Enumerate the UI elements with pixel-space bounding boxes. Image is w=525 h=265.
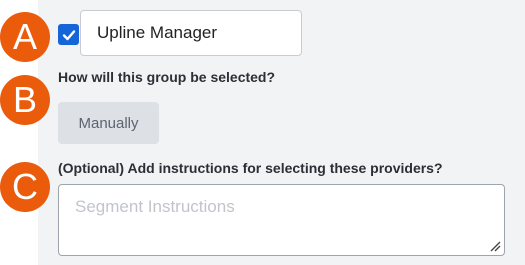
group-enabled-checkbox[interactable] (58, 24, 79, 45)
annotation-badge-b: B (0, 75, 50, 125)
segment-instructions-textarea[interactable] (58, 184, 505, 256)
manually-button[interactable]: Manually (58, 102, 159, 144)
resize-grip-icon[interactable] (489, 240, 501, 252)
selection-question-label: How will this group be selected? (58, 69, 276, 85)
instructions-question-label: (Optional) Add instructions for selectin… (58, 160, 443, 176)
group-name-input[interactable] (80, 10, 302, 56)
annotation-badge-c: C (0, 162, 50, 212)
annotation-badge-a: A (0, 12, 50, 62)
checkmark-icon (62, 29, 75, 40)
